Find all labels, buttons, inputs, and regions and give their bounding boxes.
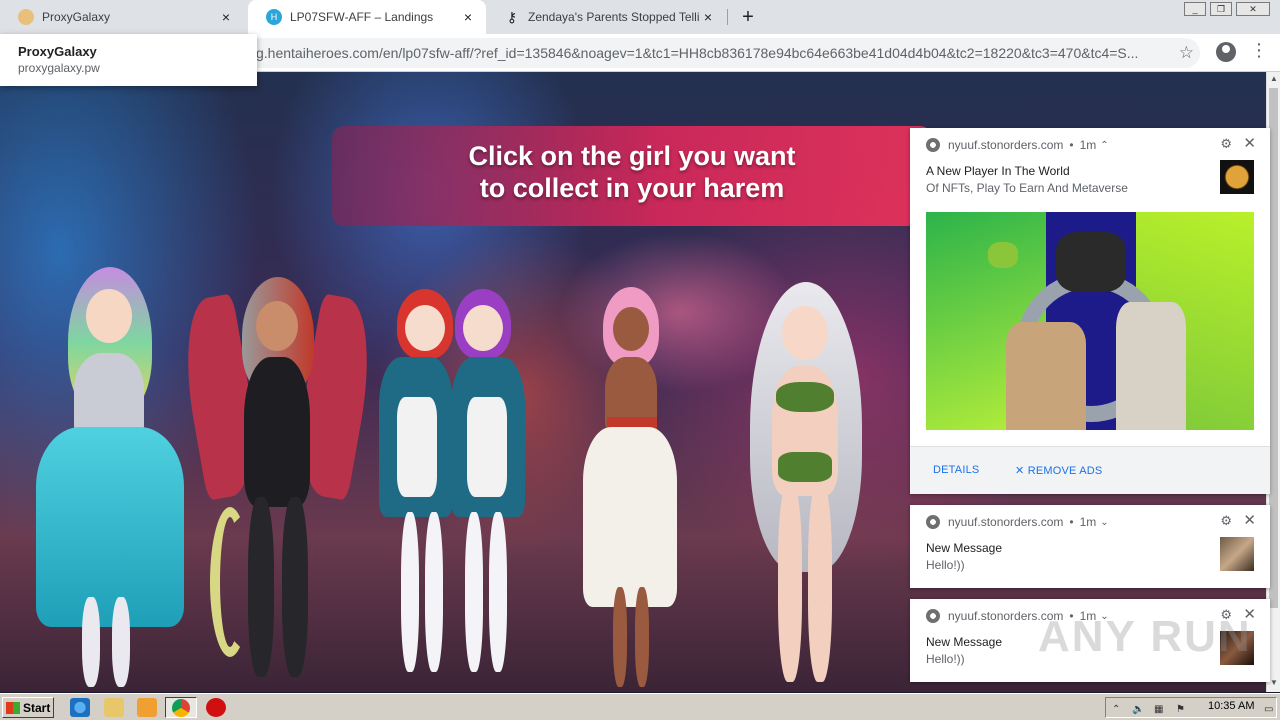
tab-title: Zendaya's Parents Stopped Telling H <box>528 10 700 24</box>
internet-explorer-icon[interactable] <box>70 698 90 717</box>
settings-gear-icon[interactable]: ⚙ <box>1220 136 1232 152</box>
notification-message-1[interactable]: nyuuf.stonorders.com • 1m ⌄ ⚙ ✕ New Mess… <box>910 505 1270 588</box>
bitcoin-icon <box>1220 160 1254 194</box>
close-icon[interactable]: ✕ <box>1243 134 1256 152</box>
notification-image <box>926 212 1254 430</box>
notification-source: nyuuf.stonorders.com <box>948 515 1064 529</box>
chrome-icon <box>926 515 940 529</box>
media-player-icon[interactable] <box>137 698 157 717</box>
notification-time: 1m <box>1079 138 1097 152</box>
menu-dots-icon[interactable]: ⋮ <box>1250 40 1268 61</box>
network-icon[interactable]: ▦ <box>1154 704 1167 716</box>
chrome-taskbar-button[interactable] <box>165 697 197 718</box>
character-6[interactable] <box>720 282 890 692</box>
character-1[interactable] <box>30 267 190 692</box>
site-info-popup[interactable]: ProxyGalaxy proxygalaxy.pw <box>0 34 257 86</box>
chevron-up-icon[interactable]: ⌃ <box>1100 140 1108 151</box>
notification-title: A New Player In The World <box>926 164 1070 178</box>
url-text[interactable]: g.hentaiheroes.com/en/lp07sfw-aff/?ref_i… <box>256 45 1156 61</box>
character-2[interactable] <box>173 277 382 687</box>
tab-strip: ProxyGalaxy × H LP07SFW-AFF – Landings ×… <box>0 0 1280 34</box>
notification-time: 1m <box>1079 515 1097 529</box>
character-5[interactable] <box>575 287 685 692</box>
chrome-icon <box>926 138 940 152</box>
new-tab-button[interactable]: + <box>737 6 759 28</box>
bookmark-star-icon[interactable]: ☆ <box>1179 43 1194 63</box>
windows-flag-icon <box>6 701 20 714</box>
details-button[interactable]: DETAILS <box>933 464 979 476</box>
chrome-icon <box>926 609 940 623</box>
start-button[interactable]: Start <box>2 697 54 718</box>
close-tab-icon[interactable]: × <box>700 9 716 25</box>
notification-source: nyuuf.stonorders.com <box>948 138 1064 152</box>
tab-landings[interactable]: H LP07SFW-AFF – Landings × <box>248 0 486 34</box>
notification-title: New Message <box>926 635 1003 649</box>
notification-header: nyuuf.stonorders.com • 1m ⌃ <box>926 138 1109 152</box>
scroll-down-icon[interactable]: ▼ <box>1270 678 1278 687</box>
tab-separator <box>727 9 728 25</box>
remove-ads-label: REMOVE ADS <box>1027 465 1103 477</box>
popup-site-url: proxygalaxy.pw <box>18 61 100 75</box>
tab-title: LP07SFW-AFF – Landings <box>290 10 434 24</box>
scroll-up-icon[interactable]: ▲ <box>1270 74 1278 83</box>
notification-body: Of NFTs, Play To Earn And Metaverse <box>926 181 1128 195</box>
chrome-icon <box>172 699 190 717</box>
banner-line-2: to collect in your harem <box>479 173 785 203</box>
anyrun-watermark: ANY RUN <box>1038 612 1252 661</box>
banner-text: Click on the girl you want to collect in… <box>432 140 832 204</box>
flag-icon[interactable]: ⚑ <box>1176 704 1189 716</box>
volume-icon[interactable]: 🔈 <box>1132 704 1145 716</box>
key-icon: ⚷ <box>506 8 518 25</box>
windows-taskbar: Start ⌃ 🔈 ▦ ⚑ ▭ 10:35 AM <box>0 693 1280 720</box>
show-desktop-icon[interactable]: ▭ <box>1264 704 1277 716</box>
notification-nft[interactable]: nyuuf.stonorders.com • 1m ⌃ ⚙ ✕ A New Pl… <box>910 128 1270 494</box>
close-tab-icon[interactable]: × <box>460 9 476 25</box>
tab-title: ProxyGalaxy <box>42 10 111 24</box>
notification-header: nyuuf.stonorders.com • 1m ⌄ <box>926 515 1109 529</box>
chevron-down-icon[interactable]: ⌄ <box>1100 517 1108 528</box>
chevron-up-icon[interactable]: ⌃ <box>1112 704 1125 716</box>
close-tab-icon[interactable]: × <box>218 9 234 25</box>
close-window-icon[interactable]: ✕ <box>1236 2 1270 16</box>
tab-proxygalaxy[interactable]: ProxyGalaxy × <box>0 0 244 34</box>
remove-ads-button[interactable]: ✕ REMOVE ADS <box>1015 464 1102 477</box>
start-label: Start <box>23 700 51 715</box>
notification-body: Hello!)) <box>926 558 965 572</box>
close-icon[interactable]: ✕ <box>1243 511 1256 529</box>
hentaiheroes-favicon-icon: H <box>266 9 282 25</box>
settings-gear-icon[interactable]: ⚙ <box>1220 513 1232 529</box>
popup-site-name: ProxyGalaxy <box>18 44 97 59</box>
notification-body: Hello!)) <box>926 652 965 666</box>
system-clock: 10:35 AM <box>1208 700 1255 712</box>
instruction-banner: Click on the girl you want to collect in… <box>332 126 932 226</box>
scroll-thumb[interactable] <box>1269 88 1278 608</box>
close-icon: ✕ <box>1015 465 1028 477</box>
restore-icon[interactable]: ❐ <box>1210 2 1232 16</box>
minimize-icon[interactable]: _ <box>1184 2 1206 16</box>
character-3-twins[interactable] <box>375 287 525 687</box>
address-bar[interactable]: g.hentaiheroes.com/en/lp07sfw-aff/?ref_i… <box>200 38 1200 68</box>
alert-icon[interactable] <box>206 698 226 717</box>
account-icon[interactable] <box>1216 42 1236 62</box>
proxygalaxy-favicon-icon <box>18 9 34 25</box>
notification-actions: DETAILS ✕ REMOVE ADS <box>910 446 1270 494</box>
tab-zendaya[interactable]: ⚷ Zendaya's Parents Stopped Telling H × <box>486 0 726 34</box>
banner-line-1: Click on the girl you want <box>468 141 796 171</box>
avatar <box>1220 537 1254 571</box>
folder-icon[interactable] <box>104 698 124 717</box>
notification-title: New Message <box>926 541 1003 555</box>
